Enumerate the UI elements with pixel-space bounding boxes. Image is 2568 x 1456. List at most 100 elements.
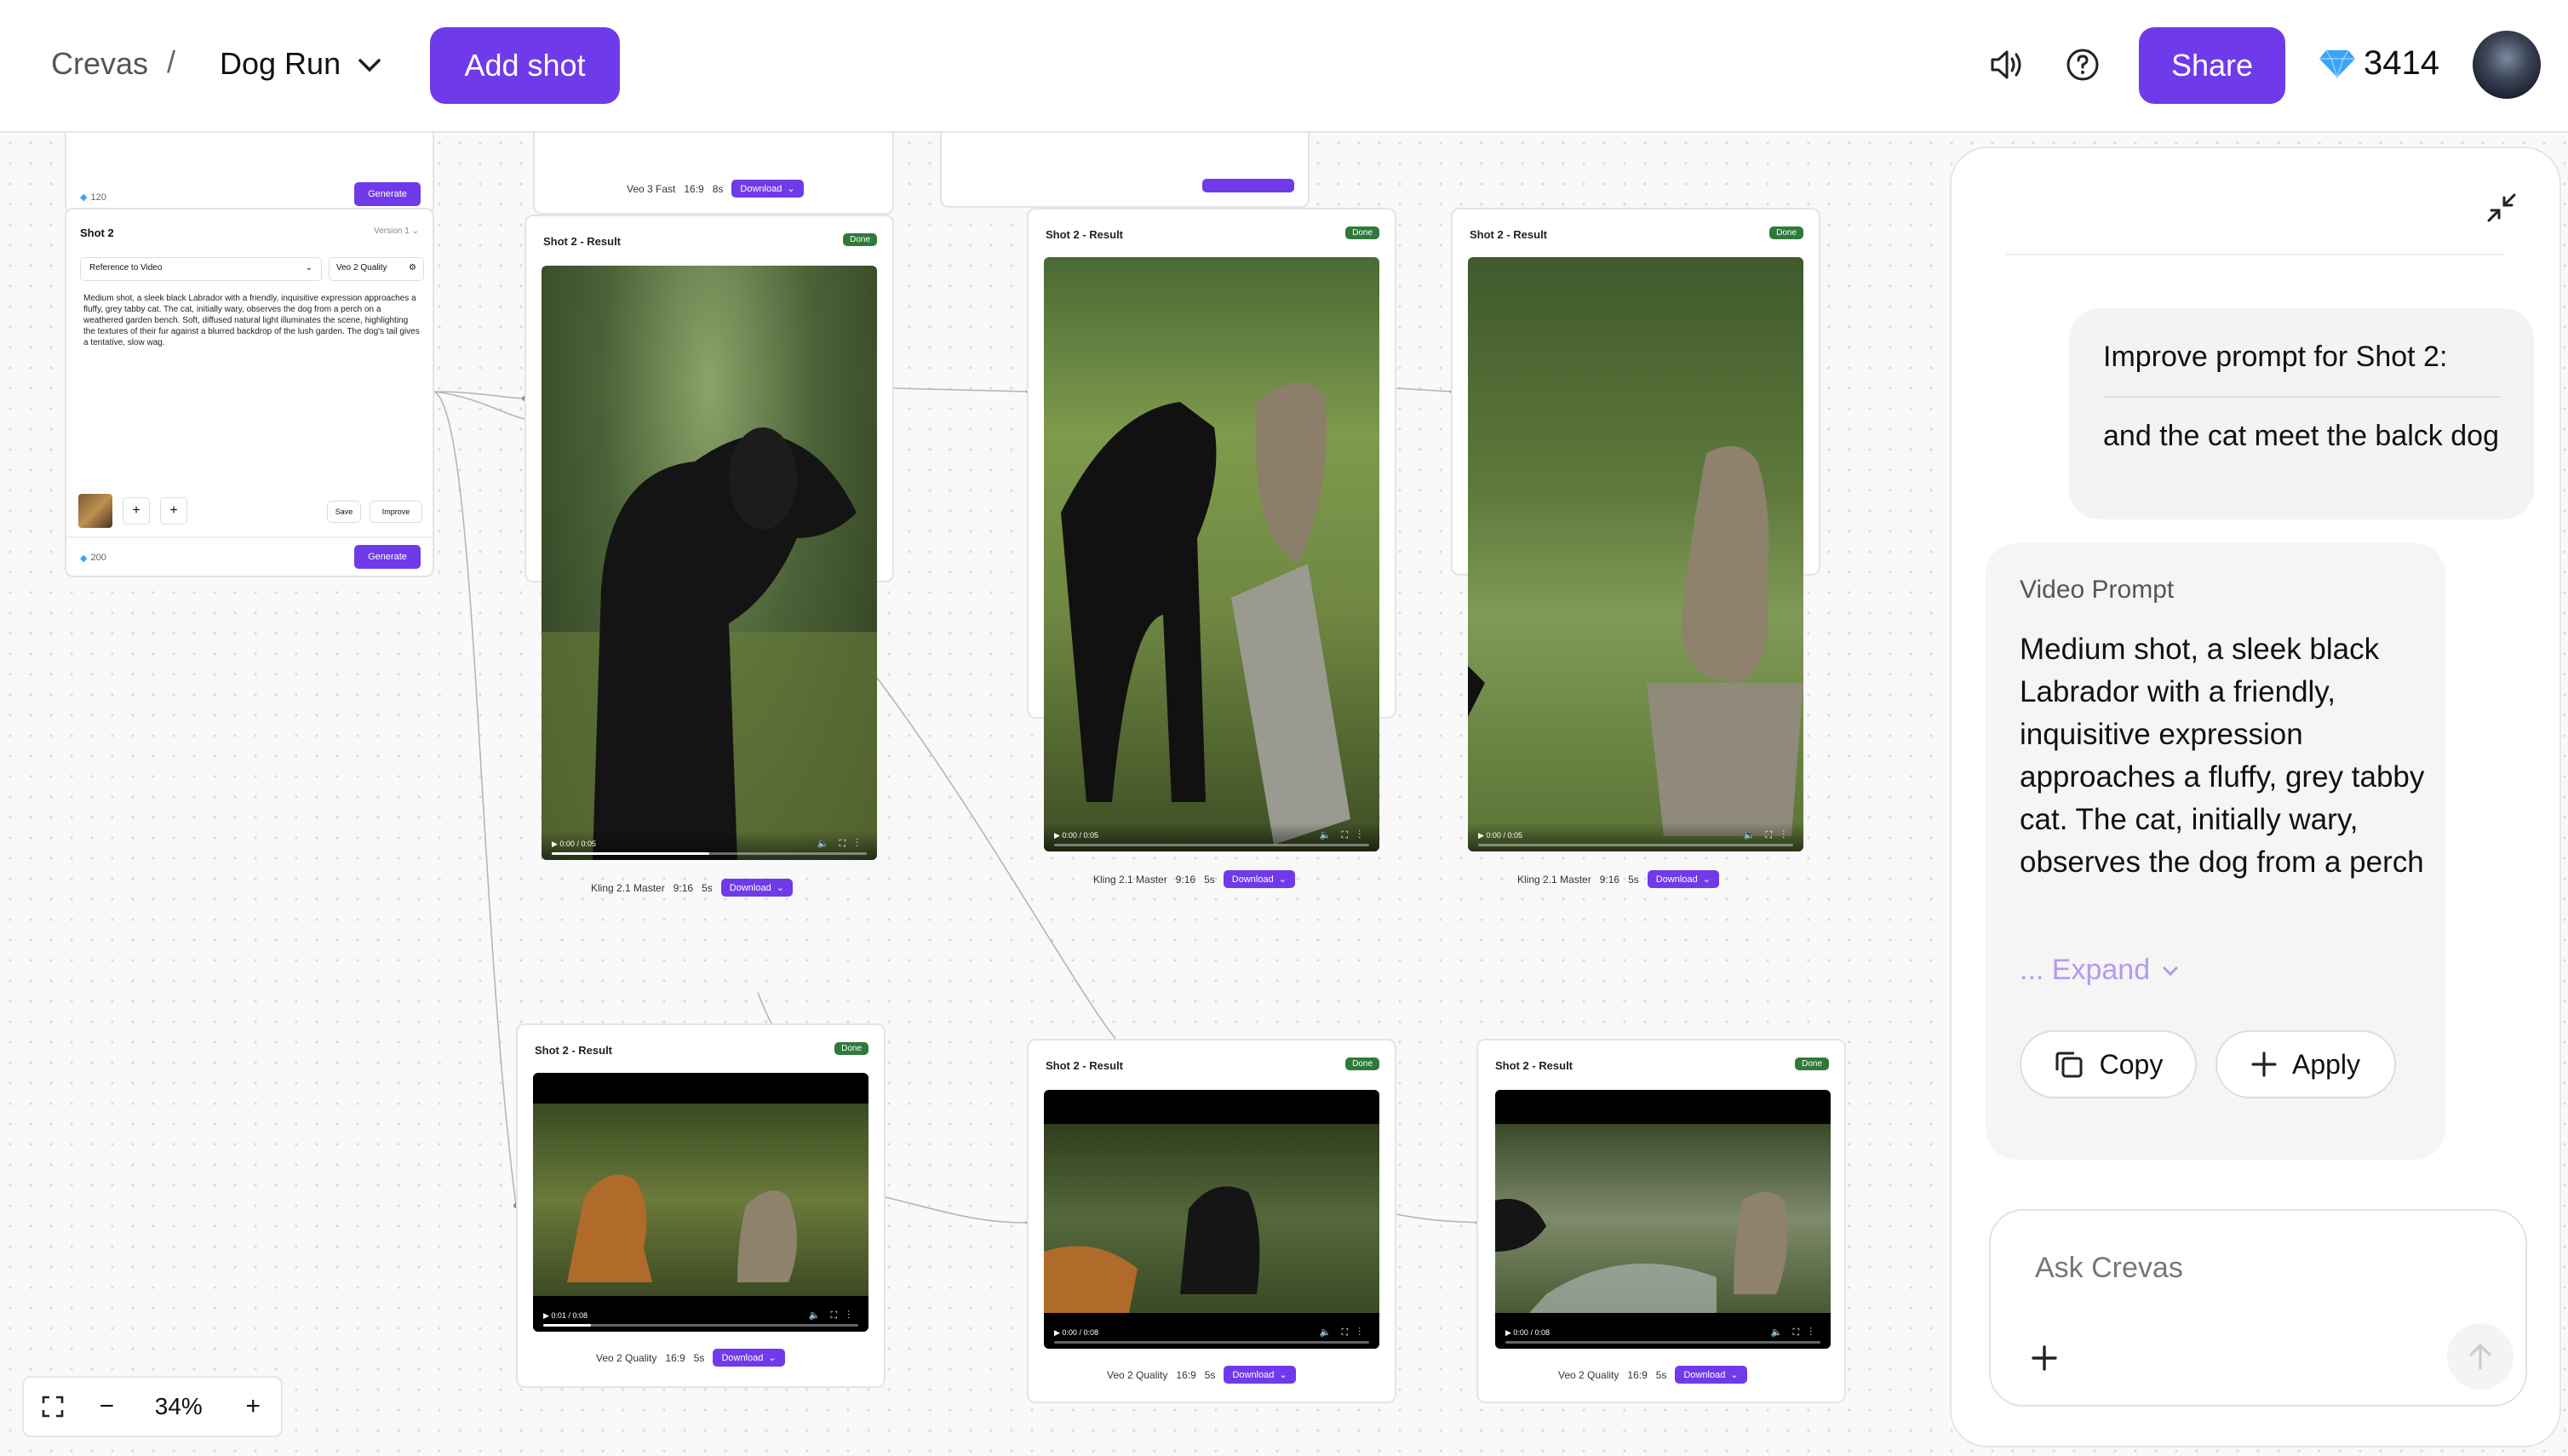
- video-control-icons: 🔈⛶⋮: [1319, 1327, 1371, 1338]
- copy-button[interactable]: Copy: [2020, 1030, 2197, 1098]
- video-controls[interactable]: ▶ 0:01 / 0:08 🔈⛶⋮: [533, 1303, 868, 1332]
- chevron-down-icon: ⌄: [776, 883, 784, 893]
- video-progress[interactable]: [552, 852, 867, 855]
- download-button[interactable]: Download ⌄: [1223, 870, 1295, 888]
- download-button[interactable]: Download ⌄: [713, 1349, 785, 1367]
- improve-button[interactable]: Improve: [370, 501, 422, 523]
- attach-button[interactable]: [2025, 1338, 2064, 1378]
- help-button[interactable]: [2059, 41, 2107, 89]
- video-frame-cat-bench: [1468, 446, 1803, 836]
- chat-input-box[interactable]: Ask Crevas: [1989, 1209, 2527, 1407]
- status-badge: Done: [1345, 226, 1379, 239]
- video-time: 0:00 / 0:05: [1062, 831, 1098, 840]
- share-button[interactable]: Share: [2139, 27, 2285, 104]
- status-badge: Done: [1769, 226, 1803, 239]
- add-shot-button[interactable]: Add shot: [430, 27, 620, 104]
- sound-button[interactable]: [1982, 41, 2030, 89]
- video-controls[interactable]: ▶ 0:00 / 0:08 🔈⛶⋮: [1044, 1320, 1379, 1349]
- generate-button[interactable]: Generate: [354, 182, 421, 206]
- project-name[interactable]: Dog Run: [220, 46, 341, 82]
- collapse-icon: [2487, 193, 2516, 222]
- previous-card-partial[interactable]: [940, 133, 1310, 208]
- avatar[interactable]: [2473, 31, 2541, 99]
- video-control-icons: 🔈⛶⋮: [1319, 830, 1371, 840]
- add-element-button[interactable]: +: [160, 497, 187, 525]
- download-button[interactable]: Download ⌄: [1647, 870, 1719, 888]
- card-credits: ◆ 200: [80, 553, 106, 564]
- divider: [66, 536, 433, 538]
- download-button[interactable]: Download ⌄: [1224, 1366, 1296, 1384]
- download-button[interactable]: Download ⌄: [720, 879, 793, 897]
- minus-icon: −: [99, 1392, 115, 1420]
- video-progress[interactable]: [1054, 1341, 1369, 1344]
- video-controls[interactable]: ▶ 0:00 / 0:05 🔈⛶⋮: [1044, 823, 1379, 851]
- breadcrumb-separator: /: [167, 44, 176, 79]
- shot-card[interactable]: Shot 2 Version 1 ⌄ Reference to Video ⌄ V…: [65, 208, 434, 577]
- result-video[interactable]: ▶ 0:00 / 0:08 🔈⛶⋮: [1495, 1090, 1831, 1349]
- result-meta: Kling 2.1 Master 9:16 5s Download ⌄: [1517, 870, 1719, 888]
- generate-button[interactable]: Generate: [354, 545, 421, 569]
- add-reference-button[interactable]: +: [123, 497, 150, 525]
- video-controls[interactable]: ▶ 0:00 / 0:08 🔈⛶⋮: [1495, 1320, 1831, 1349]
- apply-button[interactable]: Apply: [2215, 1030, 2396, 1098]
- save-button[interactable]: Save: [327, 501, 361, 523]
- mode-select[interactable]: Reference to Video ⌄: [80, 257, 322, 281]
- play-icon: ▶: [1054, 1328, 1063, 1337]
- response-label: Video Prompt: [2020, 576, 2175, 604]
- divider: [2103, 396, 2500, 398]
- video-time: 0:00 / 0:05: [559, 840, 596, 848]
- result-video[interactable]: ▶ 0:00 / 0:05 🔈⛶⋮: [1044, 257, 1379, 851]
- video-progress[interactable]: [543, 1324, 858, 1327]
- download-button[interactable]: Download ⌄: [731, 180, 804, 198]
- video-progress[interactable]: [1054, 844, 1369, 846]
- video-progress[interactable]: [1478, 844, 1793, 846]
- video-time: 0:00 / 0:08: [1513, 1328, 1550, 1337]
- result-video[interactable]: ▶ 0:00 / 0:05 🔈⛶⋮: [542, 266, 877, 860]
- video-frame-illustration: [1044, 1186, 1260, 1313]
- video-frame-illustration: [1495, 1192, 1788, 1313]
- card-credits: ◆ 120: [80, 192, 106, 203]
- chevron-down-icon: ⌄: [305, 263, 312, 272]
- zoom-out-button[interactable]: −: [82, 1378, 133, 1436]
- reference-image-thumbnail[interactable]: [78, 494, 112, 528]
- partial-button[interactable]: [1202, 179, 1294, 192]
- plus-icon: [2032, 1345, 2057, 1371]
- result-video[interactable]: ▶ 0:00 / 0:08 🔈⛶⋮: [1044, 1090, 1379, 1349]
- previous-shot-card[interactable]: ◆ 120 Generate: [65, 133, 434, 215]
- version-select[interactable]: Version 1 ⌄: [374, 226, 419, 236]
- video-frame-stream-cat: [1495, 1124, 1831, 1313]
- zoom-controls: − 34% +: [22, 1376, 283, 1437]
- video-progress[interactable]: [1505, 1341, 1820, 1344]
- fit-view-button[interactable]: [24, 1378, 82, 1436]
- copy-icon: [2055, 1052, 2083, 1078]
- result-title: Shot 2 - Result: [535, 1044, 613, 1057]
- video-control-icons: 🔈⛶⋮: [817, 839, 868, 849]
- chevron-down-icon: ⌄: [1278, 874, 1287, 885]
- status-badge: Done: [834, 1042, 868, 1055]
- video-controls[interactable]: ▶ 0:00 / 0:05 🔈⛶⋮: [1468, 823, 1803, 851]
- assistant-response: Video Prompt Medium shot, a sleek black …: [1986, 543, 2445, 1160]
- chevron-down-icon: ⌄: [1730, 1370, 1739, 1380]
- download-button[interactable]: Download ⌄: [1675, 1366, 1747, 1384]
- video-control-icons: 🔈⛶⋮: [1743, 830, 1795, 840]
- expand-button[interactable]: ... Expand: [2020, 954, 2179, 987]
- video-time: 0:01 / 0:08: [551, 1311, 588, 1320]
- video-controls[interactable]: ▶ 0:00 / 0:05 🔈⛶⋮: [542, 831, 877, 860]
- model-select[interactable]: Veo 2 Quality ⚙: [329, 257, 424, 281]
- divider: [2006, 254, 2505, 255]
- previous-result-card[interactable]: Veo 3 Fast 16:9 8s Download ⌄: [533, 133, 894, 215]
- play-icon: ▶: [1054, 831, 1063, 840]
- video-time: 0:00 / 0:05: [1486, 831, 1522, 840]
- project-dropdown-button[interactable]: [353, 44, 387, 87]
- zoom-in-button[interactable]: +: [225, 1378, 281, 1436]
- collapse-panel-button[interactable]: [2476, 182, 2527, 233]
- chat-input[interactable]: Ask Crevas: [2035, 1252, 2183, 1285]
- zoom-level: 34%: [154, 1393, 203, 1419]
- send-button[interactable]: [2447, 1323, 2514, 1390]
- breadcrumb-root[interactable]: Crevas: [51, 46, 148, 82]
- prompt-textarea[interactable]: Medium shot, a sleek black Labrador with…: [78, 288, 426, 416]
- result-video[interactable]: ▶ 0:01 / 0:08 🔈⛶⋮: [533, 1073, 868, 1332]
- result-video[interactable]: ▶ 0:00 / 0:05 🔈⛶⋮: [1468, 257, 1803, 851]
- chevron-down-icon: [358, 59, 381, 72]
- status-badge: Done: [1345, 1058, 1379, 1070]
